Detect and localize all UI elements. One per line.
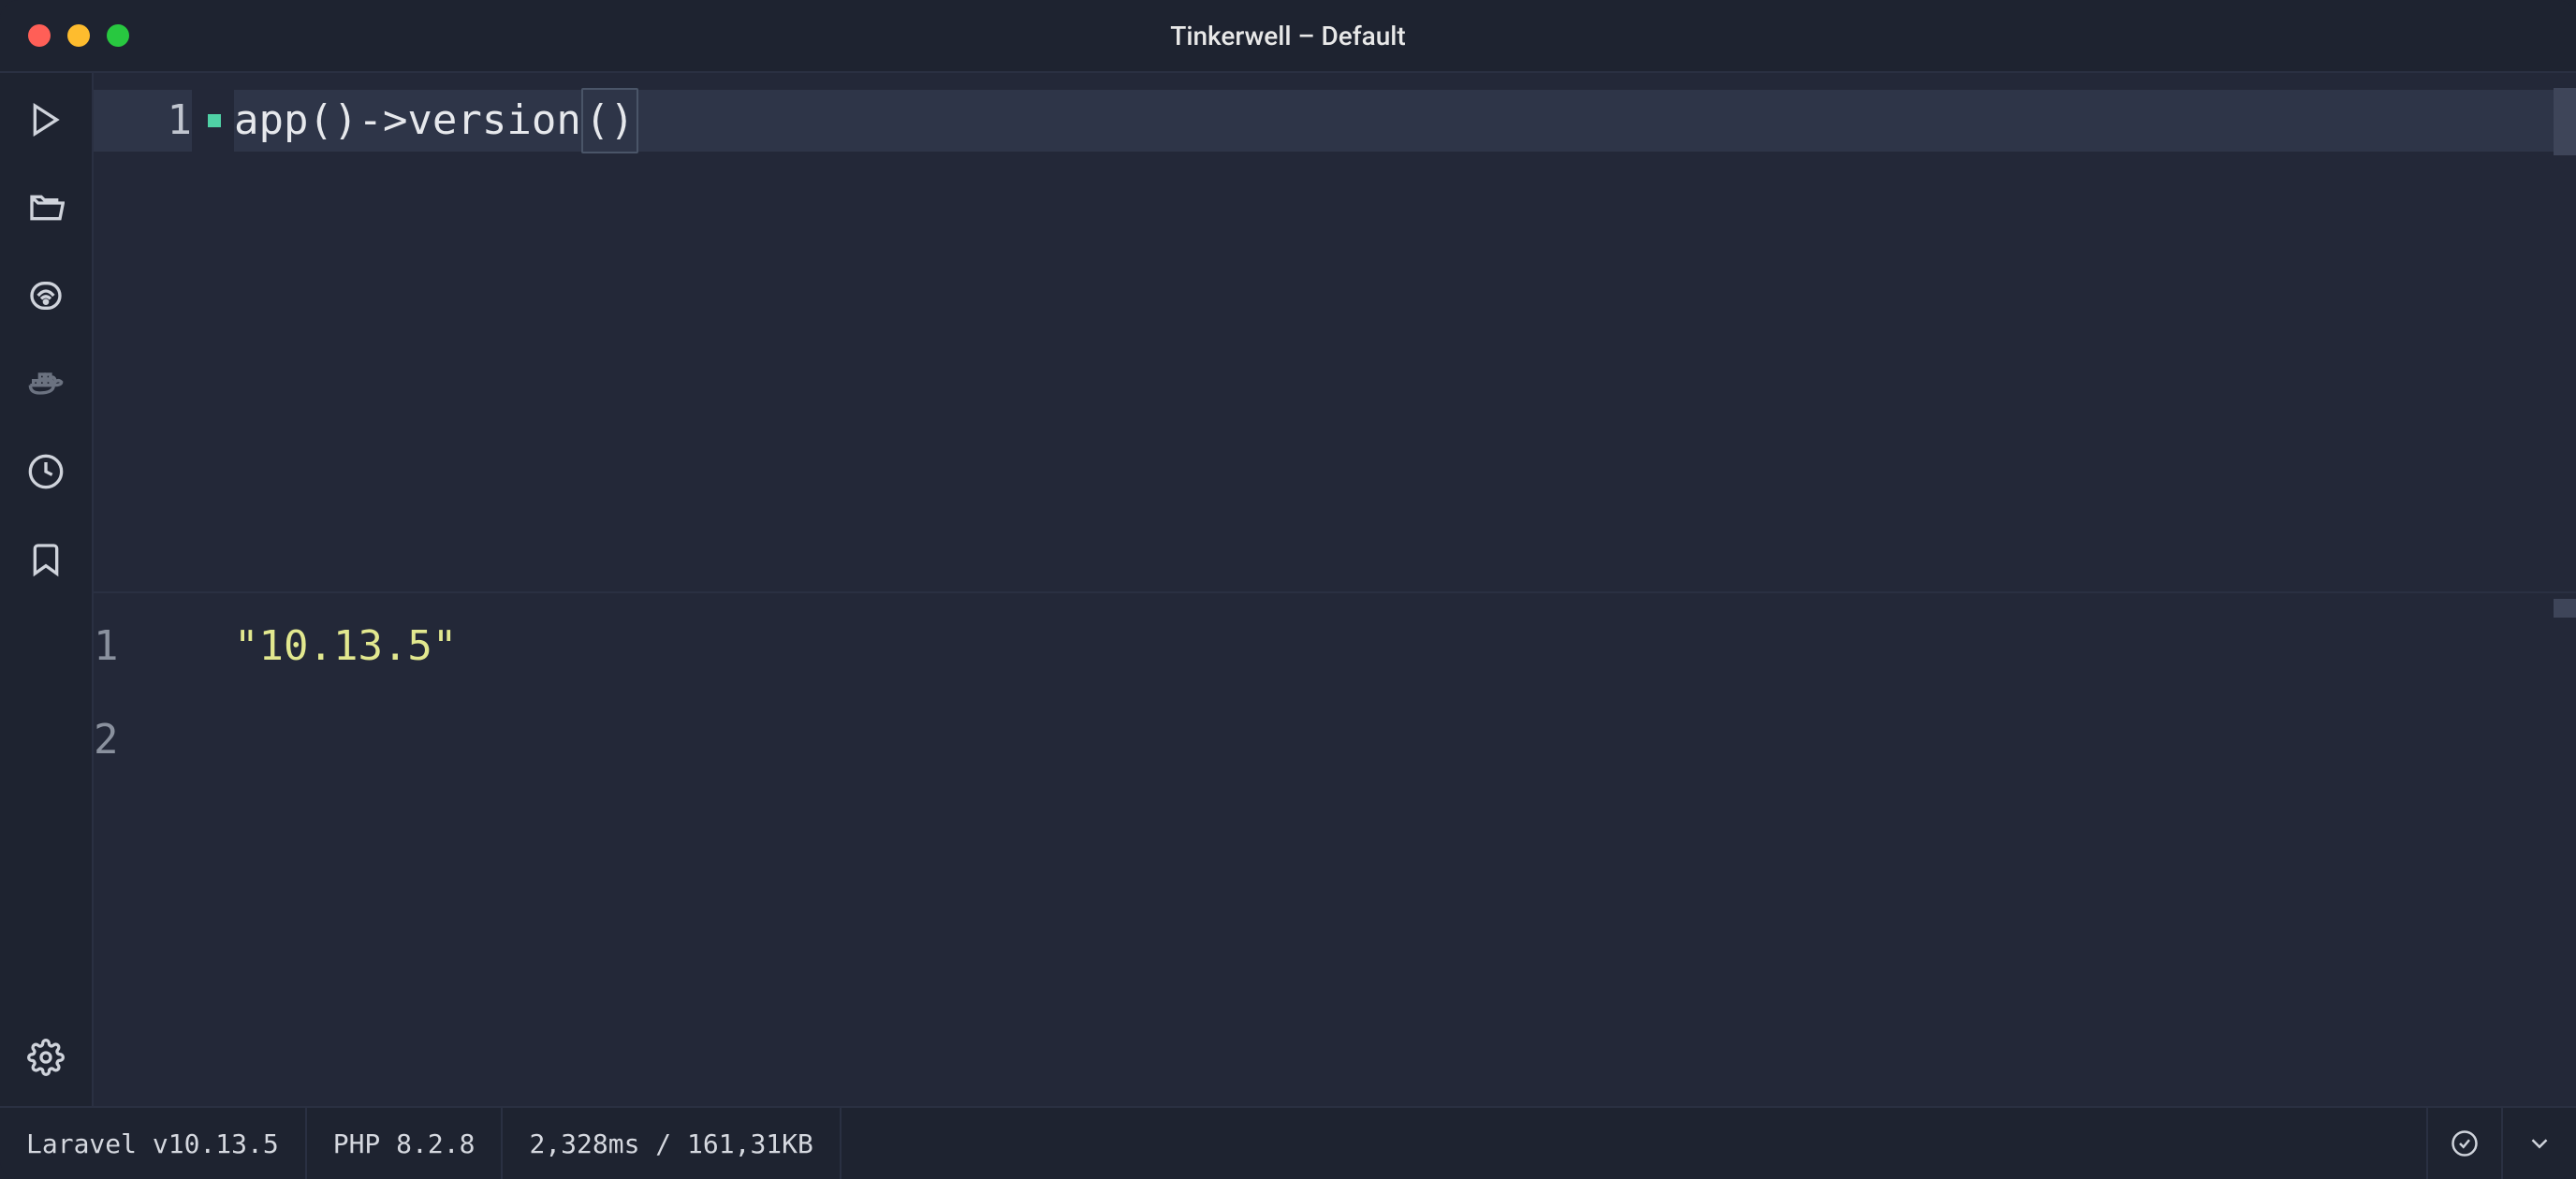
modified-indicator [208, 114, 221, 127]
history-icon[interactable] [25, 451, 66, 492]
traffic-lights [28, 24, 129, 47]
php-version-status[interactable]: PHP 8.2.8 [307, 1108, 504, 1179]
code-line[interactable]: app()->version() [234, 90, 2576, 152]
output-line [234, 709, 2576, 803]
check-circle-icon[interactable] [2426, 1108, 2501, 1179]
output-panel[interactable]: 1 2 "10.13.5" [94, 593, 2576, 1106]
sidebar [0, 73, 94, 1106]
editor-area: 1 app()->version() 1 2 "10.13.5" [94, 73, 2576, 1106]
main-area: 1 app()->version() 1 2 "10.13.5" [0, 73, 2576, 1106]
statusbar: Laravel v10.13.5 PHP 8.2.8 2,328ms / 161… [0, 1106, 2576, 1179]
maximize-button[interactable] [107, 24, 129, 47]
output-line: "10.13.5" [234, 616, 2576, 709]
close-button[interactable] [28, 24, 51, 47]
minimize-button[interactable] [67, 24, 90, 47]
status-right [2426, 1108, 2576, 1179]
line-number: 1 [94, 90, 192, 152]
execution-stats[interactable]: 2,328ms / 161,31KB [503, 1108, 841, 1179]
output-content: "10.13.5" [234, 593, 2576, 1106]
line-number: 2 [94, 709, 192, 803]
line-number: 1 [94, 616, 192, 709]
settings-icon[interactable] [25, 1037, 66, 1078]
run-icon[interactable] [25, 99, 66, 140]
output-gutter: 1 2 [94, 593, 234, 1106]
scroll-indicator[interactable] [2554, 88, 2576, 155]
docker-icon[interactable] [25, 363, 66, 404]
folder-open-icon[interactable] [25, 187, 66, 228]
code-editor[interactable]: 1 app()->version() [94, 73, 2576, 593]
remote-icon[interactable] [25, 275, 66, 316]
window-title: Tinkerwell – Default [1170, 21, 1405, 51]
app-window: Tinkerwell – Default [0, 0, 2576, 1179]
code-content[interactable]: app()->version() [234, 73, 2576, 591]
bookmark-icon[interactable] [25, 539, 66, 580]
framework-status[interactable]: Laravel v10.13.5 [0, 1108, 307, 1179]
chevron-down-icon[interactable] [2501, 1108, 2576, 1179]
scroll-indicator[interactable] [2554, 599, 2576, 618]
code-gutter: 1 [94, 73, 234, 591]
titlebar[interactable]: Tinkerwell – Default [0, 0, 2576, 73]
